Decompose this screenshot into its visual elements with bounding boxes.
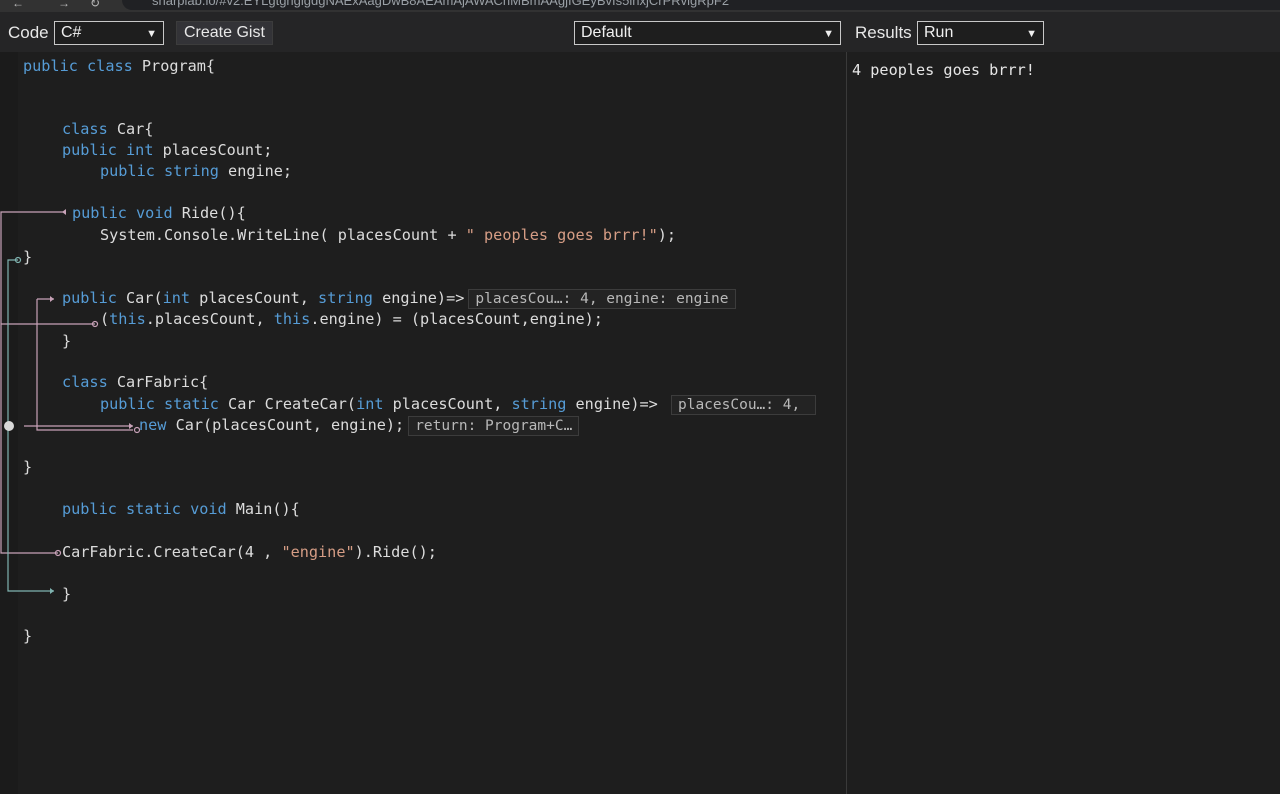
results-mode-select-value: Run xyxy=(924,24,954,41)
forward-icon[interactable]: → xyxy=(58,0,70,10)
keyword-token: public xyxy=(23,57,78,75)
keyword-token: class xyxy=(87,57,133,75)
inlay-hint: placesCou…: 4, engine: engine xyxy=(468,289,736,309)
chevron-down-icon: ▼ xyxy=(1026,28,1037,40)
program-output: 4 peoples goes brrr! xyxy=(852,61,1035,79)
code-line-24: CarFabric.CreateCar(4 , "engine").Ride()… xyxy=(62,543,437,561)
code-content[interactable]: public class Program{ class Car{ public … xyxy=(0,52,846,794)
code-line-20: } xyxy=(23,458,33,476)
code-line-13: (this.placesCount, this.engine) = (place… xyxy=(100,310,603,328)
code-line-16: class CarFabric{ xyxy=(62,373,209,391)
code-line-6: public string engine; xyxy=(100,162,293,180)
code-line-9: System.Console.WriteLine( placesCount + … xyxy=(100,226,677,244)
results-label: Results xyxy=(855,23,912,42)
code-editor[interactable]: public class Program{ class Car{ public … xyxy=(0,52,846,794)
build-mode-select[interactable]: Default ▼ xyxy=(574,21,841,45)
code-line-22: public static void Main(){ xyxy=(62,500,300,518)
language-select[interactable]: C# ▼ xyxy=(54,21,164,45)
language-select-value: C# xyxy=(61,24,82,41)
toolbar: Code C# ▼ Create Gist Default ▼ Results … xyxy=(0,12,1280,52)
code-line-14: } xyxy=(62,332,72,350)
back-icon[interactable]: ← xyxy=(12,0,24,10)
code-line-18: new Car(placesCount, engine); return: Pro… xyxy=(139,415,580,436)
code-line-5: public int placesCount; xyxy=(62,141,273,159)
inlay-hint: placesCou…: 4, xyxy=(670,395,816,415)
code-line-26: } xyxy=(62,585,72,603)
code-line-8: public void Ride(){ xyxy=(72,204,246,222)
browser-strip: ← → ↻ sharplab.io/#v2:EYLgtghglgdgNAExAa… xyxy=(0,0,1280,12)
results-mode-select[interactable]: Run ▼ xyxy=(917,21,1044,45)
build-mode-select-value: Default xyxy=(581,24,632,41)
chevron-down-icon: ▼ xyxy=(146,28,157,40)
code-line-17: public static Car CreateCar(int placesCo… xyxy=(100,394,816,415)
chevron-down-icon: ▼ xyxy=(823,28,834,40)
code-line-10: } xyxy=(23,248,33,266)
create-gist-button[interactable]: Create Gist xyxy=(176,21,273,45)
results-panel: 4 peoples goes brrr! xyxy=(847,52,1280,794)
code-line-4: class Car{ xyxy=(62,120,154,138)
code-line-1: public class Program{ xyxy=(23,57,216,75)
reload-icon[interactable]: ↻ xyxy=(90,0,100,10)
code-label: Code xyxy=(8,23,49,42)
code-line-12: public Car(int placesCount, string engin… xyxy=(62,288,736,309)
code-line-28: } xyxy=(23,627,33,645)
inlay-hint: return: Program+C… xyxy=(408,416,580,436)
address-bar[interactable]: sharplab.io/#v2:EYLgtghglgdgNAExAagDwB8A… xyxy=(122,0,1280,10)
